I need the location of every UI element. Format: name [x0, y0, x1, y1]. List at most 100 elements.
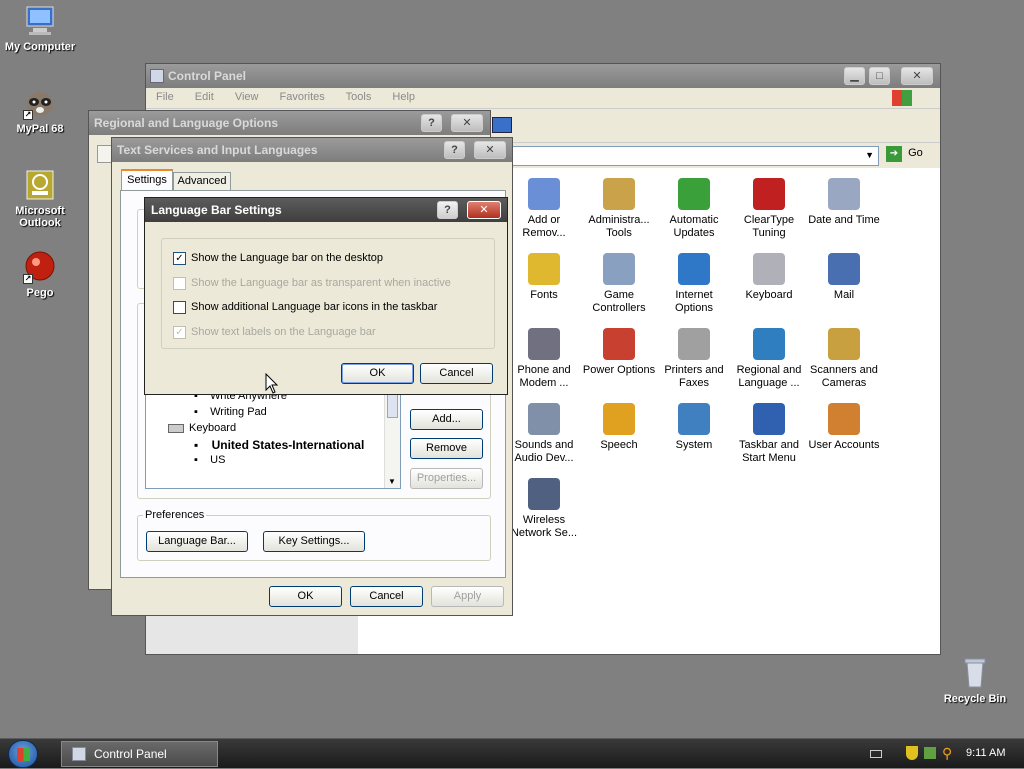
- control-panel-item[interactable]: Date and Time: [806, 178, 882, 227]
- list-item[interactable]: ▪ US: [194, 454, 225, 466]
- key-settings-button[interactable]: Key Settings...: [263, 531, 365, 552]
- add-button[interactable]: Add...: [410, 409, 483, 430]
- control-panel-titlebar[interactable]: Control Panel ▁ □ ✕: [146, 64, 940, 88]
- tab-label: Advanced: [177, 175, 227, 187]
- menu-tools[interactable]: Tools: [346, 91, 372, 103]
- search-icon[interactable]: ⚲: [942, 745, 952, 762]
- keyboard-icon[interactable]: [870, 750, 882, 758]
- control-panel-item-label: Automatic Updates: [669, 214, 719, 239]
- views-icon[interactable]: [492, 117, 512, 133]
- taskbar: Control Panel ⚲ 9:11 AM: [0, 738, 1024, 768]
- menu-favorites[interactable]: Favorites: [280, 91, 325, 103]
- chevron-down-icon[interactable]: ▼: [865, 150, 874, 160]
- control-panel-item-icon: [753, 403, 785, 435]
- chevron-down-icon[interactable]: ▼: [388, 477, 396, 486]
- properties-button[interactable]: Properties...: [410, 468, 483, 489]
- help-button[interactable]: ?: [444, 141, 465, 159]
- option-row[interactable]: Show additional Language bar icons in th…: [173, 301, 493, 315]
- control-panel-item[interactable]: Power Options: [581, 328, 657, 377]
- desktop-icon-outlook[interactable]: Microsoft Outlook: [0, 168, 80, 229]
- desktop-icon-my-computer[interactable]: My Computer: [0, 4, 80, 53]
- apply-button[interactable]: Apply: [431, 586, 504, 607]
- control-panel-item-icon: [528, 403, 560, 435]
- cancel-button[interactable]: Cancel: [350, 586, 423, 607]
- control-panel-item[interactable]: Phone and Modem ...: [506, 328, 582, 390]
- list-item-label: Writing Pad: [210, 406, 267, 418]
- control-panel-item[interactable]: Regional and Language ...: [731, 328, 807, 390]
- help-button[interactable]: ?: [421, 114, 442, 132]
- tab-advanced[interactable]: Advanced: [173, 172, 231, 191]
- option-checkbox[interactable]: ✓: [173, 252, 186, 265]
- maximize-button[interactable]: □: [869, 67, 890, 85]
- control-panel-item[interactable]: Automatic Updates: [656, 178, 732, 240]
- shortcut-arrow-icon: ↗: [23, 274, 33, 284]
- option-row: Show the Language bar as transparent whe…: [173, 276, 493, 291]
- control-panel-item[interactable]: System: [656, 403, 732, 452]
- close-button[interactable]: ✕: [901, 67, 933, 85]
- menu-view[interactable]: View: [235, 91, 259, 103]
- tab-label: Settings: [127, 174, 167, 186]
- option-row[interactable]: ✓ Show the Language bar on the desktop: [173, 252, 493, 266]
- ok-button[interactable]: OK: [341, 363, 414, 384]
- control-panel-item[interactable]: Printers and Faxes: [656, 328, 732, 390]
- desktop-icon-pego[interactable]: ↗ Pego: [0, 250, 80, 299]
- help-button[interactable]: ?: [437, 201, 458, 219]
- text-services-titlebar[interactable]: Text Services and Input Languages ? ✕: [112, 138, 512, 162]
- control-panel-item-icon: [528, 478, 560, 510]
- remove-button[interactable]: Remove: [410, 438, 483, 459]
- option-row: ✓ Show text labels on the Language bar: [173, 325, 493, 340]
- window-title: Language Bar Settings: [151, 203, 282, 217]
- control-panel-item[interactable]: Speech: [581, 403, 657, 452]
- control-panel-item[interactable]: Game Controllers: [581, 253, 657, 315]
- start-button[interactable]: [8, 740, 38, 768]
- close-button[interactable]: ✕: [467, 201, 501, 219]
- control-panel-item-label: Sounds and Audio Dev...: [514, 439, 574, 464]
- control-panel-item-icon: [828, 253, 860, 285]
- regional-titlebar[interactable]: Regional and Language Options ? ✕: [89, 111, 490, 135]
- language-bar-settings-dialog: Language Bar Settings ? ✕ ✓ Show the Lang…: [144, 197, 508, 395]
- list-item[interactable]: Keyboard: [168, 422, 236, 434]
- list-scrollbar[interactable]: ▼: [384, 380, 400, 488]
- services-list[interactable]: ▪ ▪ Write Anywhere ▪ Writing Pad Keyboar…: [145, 379, 401, 489]
- control-panel-item[interactable]: Add or Remov...: [506, 178, 582, 240]
- option-checkbox[interactable]: [173, 301, 186, 314]
- control-panel-item[interactable]: Taskbar and Start Menu: [731, 403, 807, 465]
- desktop-icon-mypal[interactable]: ↗ MyPal 68: [0, 86, 80, 135]
- ok-button[interactable]: OK: [269, 586, 342, 607]
- control-panel-item[interactable]: Wireless Network Se...: [506, 478, 582, 540]
- desktop-icon-label: MyPal 68: [16, 123, 64, 135]
- control-panel-item[interactable]: Sounds and Audio Dev...: [506, 403, 582, 465]
- control-panel-item[interactable]: Mail: [806, 253, 882, 302]
- control-panel-item[interactable]: Fonts: [506, 253, 582, 302]
- cancel-button[interactable]: Cancel: [420, 363, 493, 384]
- close-button[interactable]: ✕: [451, 114, 483, 132]
- minimize-button[interactable]: ▁: [844, 67, 865, 85]
- taskbar-button-control-panel[interactable]: Control Panel: [61, 741, 218, 767]
- menu-bar: File Edit View Favorites Tools Help: [146, 88, 940, 108]
- list-item[interactable]: ▪ Writing Pad: [194, 406, 267, 418]
- list-item[interactable]: ▪ United States-International: [194, 438, 364, 452]
- close-button[interactable]: ✕: [474, 141, 506, 159]
- menu-file[interactable]: File: [156, 91, 174, 103]
- security-shield-icon[interactable]: [906, 746, 918, 760]
- menu-help[interactable]: Help: [392, 91, 415, 103]
- control-panel-item[interactable]: Administra... Tools: [581, 178, 657, 240]
- control-panel-item[interactable]: Scanners and Cameras: [806, 328, 882, 390]
- go-arrow-icon: ➔: [886, 146, 902, 162]
- menu-edit[interactable]: Edit: [195, 91, 214, 103]
- language-bar-titlebar[interactable]: Language Bar Settings ? ✕: [145, 198, 507, 222]
- control-panel-item[interactable]: ClearType Tuning: [731, 178, 807, 240]
- language-bar-button[interactable]: Language Bar...: [146, 531, 248, 552]
- control-panel-item[interactable]: Keyboard: [731, 253, 807, 302]
- network-icon[interactable]: [924, 747, 936, 759]
- window-title: Control Panel: [168, 69, 247, 83]
- tab-settings[interactable]: Settings: [121, 169, 173, 191]
- desktop-icon-label: Pego: [26, 287, 54, 299]
- address-input[interactable]: ▼: [491, 146, 879, 166]
- desktop-icon-label: Microsoft Outlook: [15, 205, 65, 229]
- option-label: Show text labels on the Language bar: [191, 325, 376, 338]
- go-button[interactable]: ➔ Go: [886, 146, 936, 166]
- control-panel-item[interactable]: Internet Options: [656, 253, 732, 315]
- desktop-icon-recycle-bin[interactable]: Recycle Bin: [935, 656, 1015, 705]
- control-panel-item[interactable]: User Accounts: [806, 403, 882, 452]
